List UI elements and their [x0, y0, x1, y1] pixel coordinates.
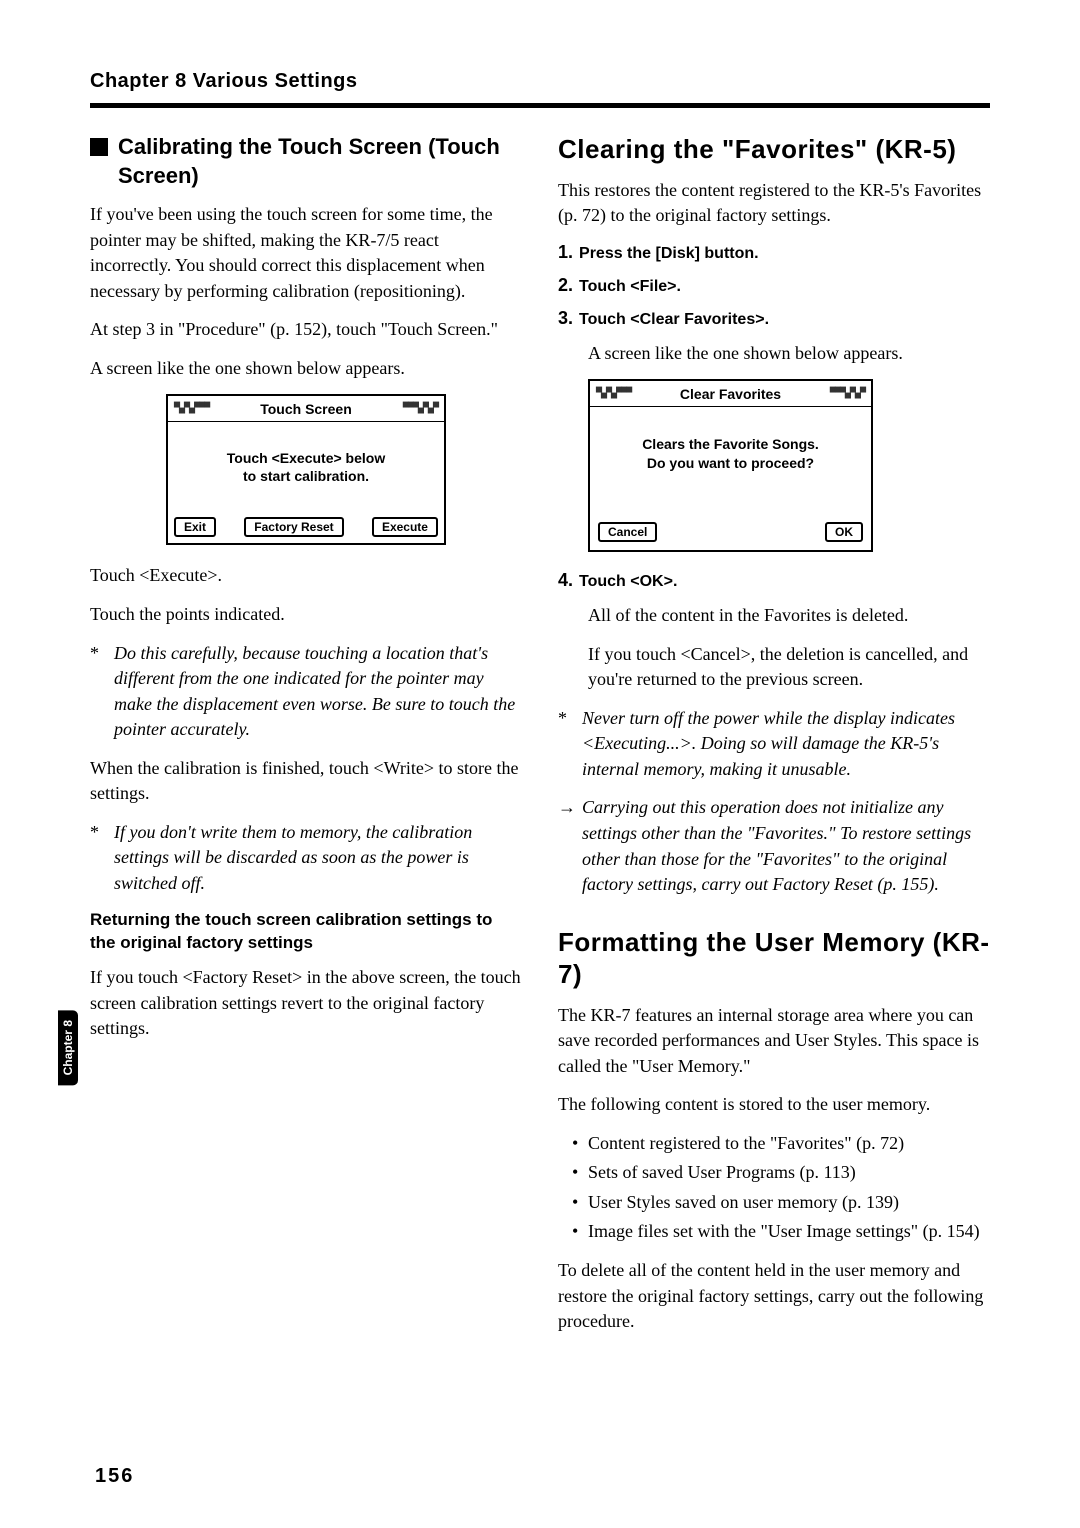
calibrating-heading: Calibrating the Touch Screen (Touch Scre…	[90, 133, 522, 190]
write-store: When the calibration is finished, touch …	[90, 756, 522, 807]
step-3-followup: A screen like the one shown below appear…	[588, 341, 990, 367]
screenshot2-titlebar: ▀▄▀▄▀▀▀ Clear Favorites ▀▀▀▄▀▄▀	[590, 381, 871, 407]
list-item: Sets of saved User Programs (p. 113)	[588, 1160, 990, 1186]
step-3-text: Touch <Clear Favorites>.	[579, 311, 769, 328]
list-item: User Styles saved on user memory (p. 139…	[588, 1190, 990, 1216]
factory-reset-button: Factory Reset	[244, 517, 343, 537]
formatting-p1: The KR-7 features an internal storage ar…	[558, 1003, 990, 1080]
power-note-text: Never turn off the power while the displ…	[582, 708, 955, 779]
careful-note-text: Do this carefully, because touching a lo…	[114, 643, 515, 740]
touch-points: Touch the points indicated.	[90, 602, 522, 628]
header-rule	[90, 103, 990, 108]
initialize-note-text: Carrying out this operation does not ini…	[582, 797, 971, 894]
list-item: Image files set with the "User Image set…	[588, 1219, 990, 1245]
careful-note: *Do this carefully, because touching a l…	[114, 641, 522, 743]
clear-favorites-screenshot: ▀▄▀▄▀▀▀ Clear Favorites ▀▀▀▄▀▄▀ Clears t…	[588, 379, 873, 552]
right-column: Clearing the "Favorites" (KR-5) This res…	[558, 133, 990, 1348]
step-4-text: Touch <OK>.	[579, 573, 677, 590]
touch-screen-screenshot: ▀▄▀▄▀▀▀ Touch Screen ▀▀▀▄▀▄▀ Touch <Exec…	[166, 394, 446, 545]
initialize-note: →Carrying out this operation does not in…	[582, 795, 990, 897]
screenshot-body: Touch <Execute> below to start calibrati…	[168, 422, 444, 512]
step-4-f1: All of the content in the Favorites is d…	[588, 603, 990, 629]
discard-note-text: If you don't write them to memory, the c…	[114, 822, 472, 893]
titlebar-deco-right: ▀▀▀▄▀▄▀	[403, 403, 438, 414]
returning-heading: Returning the touch screen calibration s…	[90, 909, 522, 955]
formatting-p3: To delete all of the content held in the…	[558, 1258, 990, 1335]
discard-note: *If you don't write them to memory, the …	[114, 820, 522, 897]
clearing-favorites-heading: Clearing the "Favorites" (KR-5)	[558, 133, 990, 166]
calib-step-ref: At step 3 in "Procedure" (p. 152), touch…	[90, 317, 522, 343]
factory-reset-para: If you touch <Factory Reset> in the abov…	[90, 965, 522, 1042]
titlebar-deco-left: ▀▄▀▄▀▀▀	[174, 403, 209, 414]
power-note: *Never turn off the power while the disp…	[582, 706, 990, 783]
ss-body-line1: Touch <Execute> below	[180, 450, 432, 468]
ok-button: OK	[825, 522, 863, 542]
screenshot2-title: Clear Favorites	[680, 386, 781, 402]
ss-body-line2: to start calibration.	[180, 468, 432, 486]
calibrating-heading-text: Calibrating the Touch Screen (Touch Scre…	[118, 133, 522, 190]
step-3: 3.Touch <Clear Favorites>.	[558, 308, 990, 329]
step-1: 1.Press the [Disk] button.	[558, 242, 990, 263]
formatting-p2: The following content is stored to the u…	[558, 1092, 990, 1118]
formatting-heading: Formatting the User Memory (KR-7)	[558, 926, 990, 991]
ss2-body-line2: Do you want to proceed?	[602, 454, 859, 473]
user-memory-list: Content registered to the "Favorites" (p…	[588, 1131, 990, 1245]
step-1-text: Press the [Disk] button.	[579, 245, 759, 262]
page-number: 156	[95, 1465, 134, 1488]
step-2-text: Touch <File>.	[579, 278, 681, 295]
touch-execute: Touch <Execute>.	[90, 563, 522, 589]
content-columns: Calibrating the Touch Screen (Touch Scre…	[90, 133, 990, 1348]
screenshot-buttons: Exit Factory Reset Execute	[168, 512, 444, 543]
screenshot-titlebar: ▀▄▀▄▀▀▀ Touch Screen ▀▀▀▄▀▄▀	[168, 396, 444, 422]
list-item: Content registered to the "Favorites" (p…	[588, 1131, 990, 1157]
screenshot2-buttons: Cancel OK	[590, 517, 871, 550]
chapter-side-tab: Chapter 8	[58, 1010, 78, 1085]
titlebar2-deco-right: ▀▀▀▄▀▄▀	[830, 388, 865, 399]
clearing-intro: This restores the content registered to …	[558, 178, 990, 229]
step-4: 4.Touch <OK>.	[558, 570, 990, 591]
left-column: Calibrating the Touch Screen (Touch Scre…	[90, 133, 522, 1348]
cancel-button: Cancel	[598, 522, 657, 542]
calib-screen-intro: A screen like the one shown below appear…	[90, 356, 522, 382]
square-bullet-icon	[90, 138, 108, 156]
execute-button: Execute	[372, 517, 438, 537]
step-2: 2.Touch <File>.	[558, 275, 990, 296]
exit-button: Exit	[174, 517, 216, 537]
screenshot-title: Touch Screen	[260, 401, 352, 417]
titlebar2-deco-left: ▀▄▀▄▀▀▀	[596, 388, 631, 399]
ss2-body-line1: Clears the Favorite Songs.	[602, 435, 859, 454]
step-4-f2: If you touch <Cancel>, the deletion is c…	[588, 642, 990, 693]
chapter-header: Chapter 8 Various Settings	[90, 70, 990, 93]
calib-intro: If you've been using the touch screen fo…	[90, 202, 522, 304]
screenshot2-body: Clears the Favorite Songs. Do you want t…	[590, 407, 871, 517]
